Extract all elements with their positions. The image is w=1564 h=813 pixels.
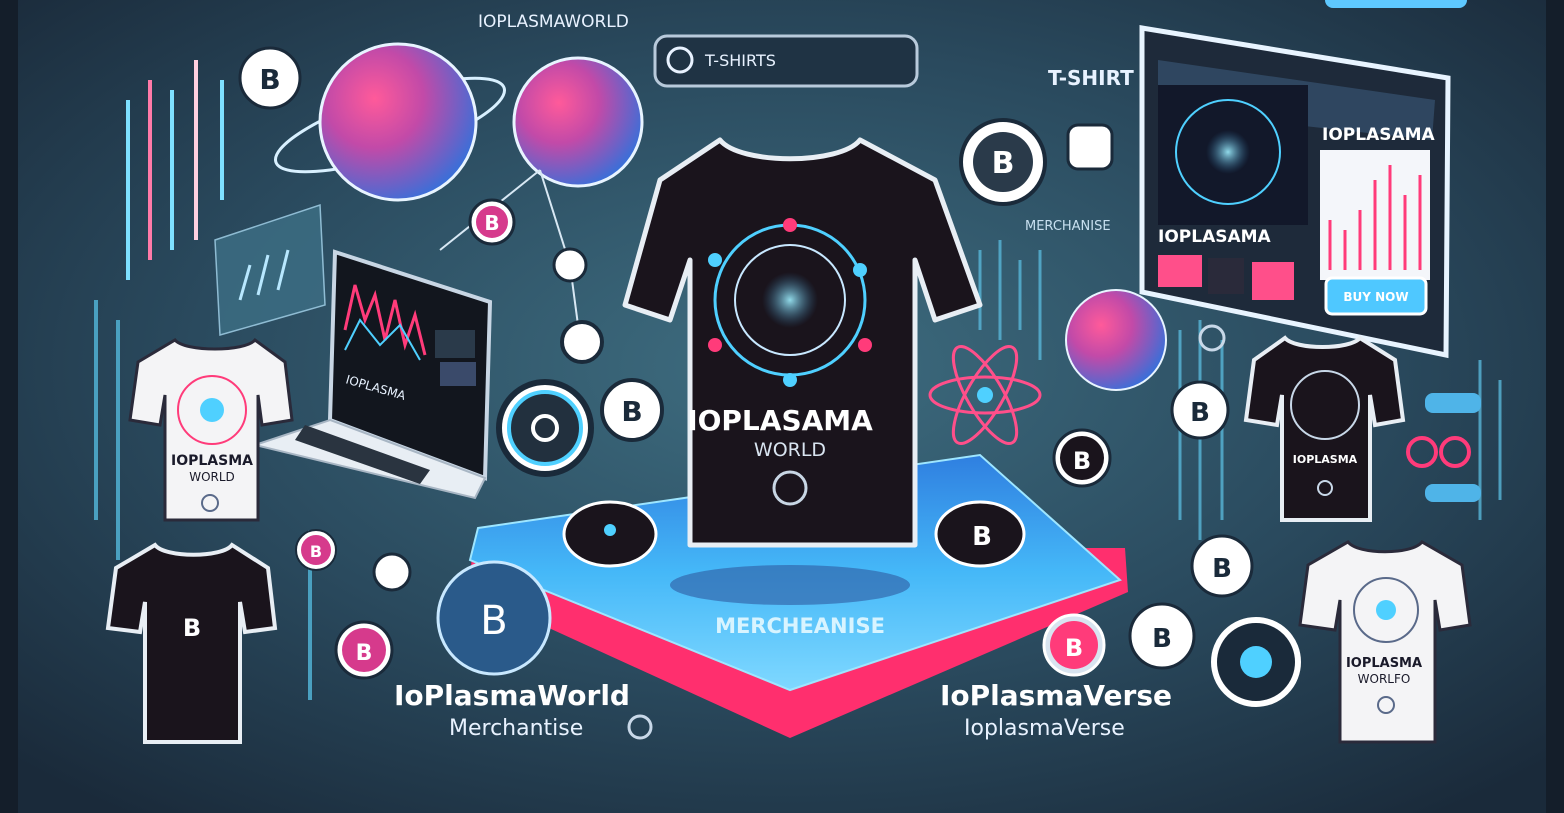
left-brand-title: IoPlasmaWorld [394, 679, 630, 712]
network-node [552, 247, 588, 283]
svg-text:B: B [183, 614, 201, 642]
coin-icon-large[interactable]: B [959, 118, 1047, 206]
coin-icon-right[interactable]: B [1170, 380, 1230, 440]
coin-icon-lower-left-1[interactable]: B [295, 529, 337, 571]
search-bar[interactable]: T-SHIRTS [653, 34, 919, 88]
globe-center [512, 56, 644, 188]
coin-icon-lower-left-2[interactable]: B [334, 620, 394, 680]
tshirt-label: T-SHIRT [1048, 66, 1134, 90]
coin-icon-mid[interactable]: B [600, 378, 664, 442]
pill-icon[interactable] [1425, 484, 1481, 502]
platform-coin-right[interactable]: B [934, 500, 1026, 568]
svg-text:B: B [480, 598, 507, 644]
svg-text:B: B [484, 211, 499, 235]
globe-right [1065, 289, 1167, 391]
ring-icon [372, 552, 412, 592]
svg-text:B: B [259, 63, 280, 96]
svg-text:IOPLASMA: IOPLASMA [171, 453, 253, 469]
coin-icon-verse-3[interactable] [1211, 617, 1301, 707]
right-brand-subtitle: IoplasmaVerse [964, 716, 1125, 741]
svg-text:IOPLASMA: IOPLASMA [1346, 656, 1422, 671]
buy-button[interactable]: BUY NOW [1324, 276, 1428, 316]
svg-text:BUY NOW: BUY NOW [1343, 290, 1408, 304]
top-right-pill[interactable] [1325, 0, 1467, 8]
pink-coin-node[interactable]: B [468, 198, 516, 246]
svg-text:B: B [1065, 634, 1083, 662]
search-input[interactable]: T-SHIRTS [704, 51, 776, 70]
svg-text:B: B [310, 542, 322, 561]
merchandise-tag: MERCHANISE [1025, 219, 1111, 234]
svg-text:B: B [1190, 398, 1210, 428]
coin-icon-verse-1[interactable]: B [1042, 613, 1106, 677]
svg-text:WORLFO: WORLFO [1358, 672, 1411, 686]
svg-text:WORLD: WORLD [189, 470, 235, 484]
coin-icon-verse-2[interactable]: B [1128, 602, 1196, 670]
svg-text:B: B [1152, 624, 1172, 654]
tshirt-brand-line1: IOPLASAMA [687, 404, 873, 437]
coin-icon-lower-right[interactable]: B [1190, 534, 1254, 598]
left-brand-subtitle: Merchantise [449, 716, 583, 741]
coin-icon-top-left[interactable]: B [238, 46, 302, 110]
svg-text:B: B [992, 146, 1015, 181]
scene-canvas: IOPLASMAWORLD T-SHIRTS B B IOPLASMA B ME… [0, 0, 1564, 813]
right-brand-title: IoPlasmaVerse [940, 679, 1172, 712]
pill-icon[interactable] [1425, 393, 1481, 413]
brand-header: IOPLASMAWORLD [478, 12, 629, 32]
lock-icon [1066, 123, 1114, 171]
svg-text:B: B [1212, 554, 1232, 584]
atom-coin[interactable] [562, 500, 658, 568]
tshirt-brand-line2: WORLD [754, 439, 826, 461]
merch-scene: IOPLASMAWORLD T-SHIRTS B B IOPLASMA B ME… [0, 0, 1564, 813]
coin-icon-lower-mid[interactable]: B [1052, 428, 1112, 488]
svg-text:IOPLASMA: IOPLASMA [1293, 453, 1358, 466]
svg-text:B: B [356, 641, 373, 666]
coin-icon-big-left[interactable]: B [436, 560, 552, 676]
network-node [560, 320, 604, 364]
svg-text:B: B [621, 395, 642, 428]
flower-coin-icon[interactable] [496, 379, 594, 477]
platform-label: MERCHEANISE [715, 614, 885, 638]
storefront-subtitle: IOPLASAMA [1158, 227, 1272, 247]
svg-text:B: B [1073, 447, 1091, 475]
svg-text:B: B [972, 522, 992, 552]
storefront-title: IOPLASAMA [1322, 125, 1436, 145]
